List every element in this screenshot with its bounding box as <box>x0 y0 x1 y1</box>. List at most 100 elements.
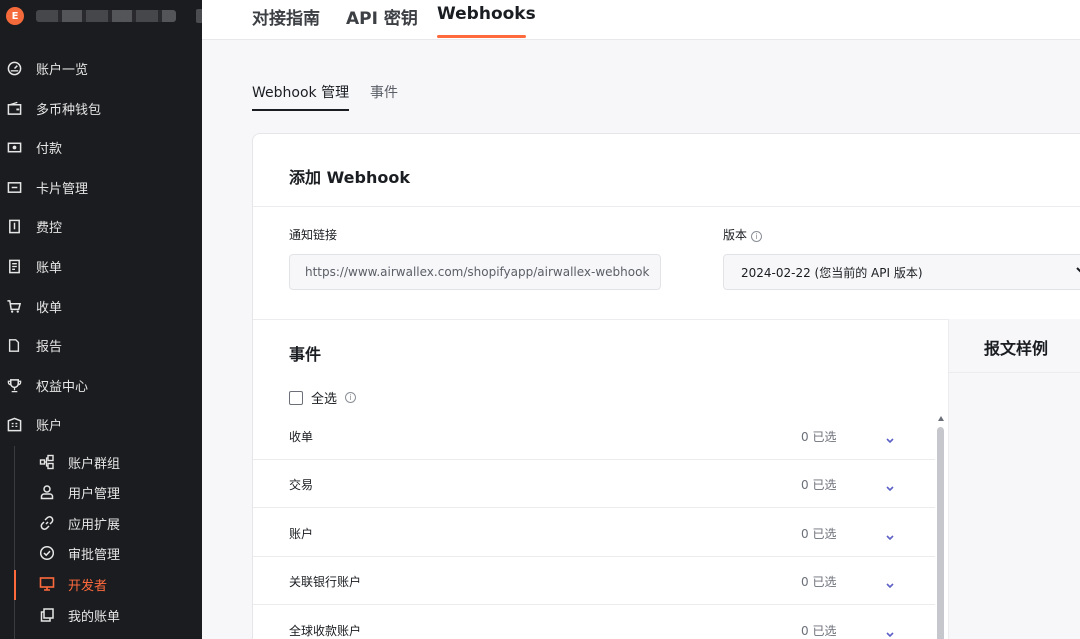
notification-url-input[interactable]: https://www.airwallex.com/shopifyapp/air… <box>289 254 661 290</box>
version-field-label: 版本 i <box>723 226 763 243</box>
event-selected-count: 0 已选 <box>801 478 837 492</box>
api-version-select[interactable]: 2024-02-22 (您当前的 API 版本) <box>723 254 1080 290</box>
sidebar-subitem-label: 应用扩展 <box>68 517 121 533</box>
sidebar-subitem-label: 开发者 <box>68 578 108 594</box>
user-icon <box>38 483 56 501</box>
sidebar-item-label: 多币种钱包 <box>36 102 102 118</box>
sidebar-item-bills[interactable]: 账单 <box>0 254 202 278</box>
sidebar-subitem-approvals[interactable]: 审批管理 <box>38 542 120 564</box>
sidebar-subitem-label: 账户群组 <box>68 456 121 472</box>
select-all[interactable]: 全选 i <box>289 388 357 407</box>
chevron-down-icon <box>1074 263 1080 280</box>
event-group-name: 收单 <box>289 430 314 444</box>
event-selected-count: 0 已选 <box>801 527 837 541</box>
sidebar-item-cards[interactable]: 卡片管理 <box>0 175 202 199</box>
sidebar-item-account[interactable]: 账户 <box>0 412 202 436</box>
sidebar: E 账户一览 多币种钱包 付款 卡片管理 费控 账单 收单 报告 权益中心 账户… <box>0 0 204 639</box>
scroll-up-arrow-icon[interactable] <box>938 416 944 421</box>
org-tree-icon <box>38 453 56 471</box>
building-icon <box>6 416 22 432</box>
payload-sample-title: 报文样例 <box>984 339 1049 358</box>
sidebar-item-label: 账单 <box>36 260 63 276</box>
tab-api-keys[interactable]: API 密钥 <box>346 4 418 29</box>
sidebar-item-label: 付款 <box>36 141 63 157</box>
tab-integration-guide[interactable]: 对接指南 <box>252 4 320 29</box>
wallet-icon <box>6 100 22 116</box>
sidebar-item-wallet[interactable]: 多币种钱包 <box>0 96 202 120</box>
event-group-name: 全球收款账户 <box>289 624 362 638</box>
event-row-account[interactable]: 账户 0 已选 <box>253 509 935 557</box>
sidebar-subitem-user-management[interactable]: 用户管理 <box>38 481 120 503</box>
sidebar-item-expense[interactable]: 费控 <box>0 214 202 238</box>
active-subtab-underline <box>252 109 349 111</box>
sidebar-item-label: 卡片管理 <box>36 181 89 197</box>
sidebar-subitem-account-groups[interactable]: 账户群组 <box>38 451 120 473</box>
version-label-text: 版本 <box>723 228 748 242</box>
url-field-label: 通知链接 <box>289 228 338 242</box>
sidebar-subitem-app-extensions[interactable]: 应用扩展 <box>38 512 120 534</box>
card-icon <box>6 179 22 195</box>
event-selected-count: 0 已选 <box>801 430 837 444</box>
select-all-label: 全选 <box>311 392 338 407</box>
subtab-webhook-management[interactable]: Webhook 管理 <box>252 82 349 102</box>
tab-webhooks[interactable]: Webhooks <box>437 4 536 24</box>
chevron-down-icon[interactable] <box>885 527 895 546</box>
monitor-icon <box>38 575 56 593</box>
chevron-down-icon[interactable] <box>885 478 895 497</box>
divider <box>949 372 1080 373</box>
trophy-icon <box>6 377 22 393</box>
sidebar-subitem-label: 审批管理 <box>68 547 121 563</box>
sidebar-subitem-my-bills[interactable]: 我的账单 <box>38 604 120 626</box>
submenu-active-indicator <box>14 570 16 600</box>
card-title: 添加 Webhook <box>289 168 410 187</box>
sidebar-item-payments[interactable]: 付款 <box>0 135 202 159</box>
brand-logo: E <box>6 7 24 25</box>
scrollbar-thumb[interactable] <box>937 427 944 639</box>
expense-icon <box>6 218 22 234</box>
brand[interactable]: E <box>6 6 204 26</box>
check-circle-icon <box>38 544 56 562</box>
event-row-transactions[interactable]: 交易 0 已选 <box>253 460 935 508</box>
sidebar-item-label: 费控 <box>36 220 63 236</box>
events-scrollbar[interactable] <box>936 416 946 639</box>
link-icon <box>38 514 56 532</box>
sidebar-item-label: 收单 <box>36 300 63 316</box>
report-icon <box>6 337 22 353</box>
event-group-name: 账户 <box>289 527 314 541</box>
sidebar-item-reports[interactable]: 报告 <box>0 333 202 357</box>
copy-icon <box>38 606 56 624</box>
info-icon[interactable]: i <box>345 392 357 403</box>
sidebar-item-label: 账户 <box>36 418 63 434</box>
sidebar-item-label: 账户一览 <box>36 62 89 78</box>
event-row-global-accounts[interactable]: 全球收款账户 0 已选 <box>253 606 935 639</box>
sidebar-item-label: 权益中心 <box>36 379 89 395</box>
sidebar-item-label: 报告 <box>36 339 63 355</box>
dashboard-gauge-icon <box>6 60 22 76</box>
sidebar-subitem-label: 我的账单 <box>68 609 121 625</box>
payment-icon <box>6 139 22 155</box>
subtab-events[interactable]: 事件 <box>370 82 398 102</box>
chevron-down-icon[interactable] <box>885 575 895 594</box>
select-all-checkbox[interactable] <box>289 390 303 405</box>
sidebar-item-benefits[interactable]: 权益中心 <box>0 373 202 397</box>
chevron-down-icon[interactable] <box>885 430 895 449</box>
add-webhook-card: 添加 Webhook 通知链接 https://www.airwallex.co… <box>252 133 1080 639</box>
event-row-linked-bank-accounts[interactable]: 关联银行账户 0 已选 <box>253 557 935 605</box>
bill-icon <box>6 258 22 274</box>
divider <box>253 206 1080 207</box>
account-name-blurred <box>36 10 176 22</box>
sidebar-subitem-developer[interactable]: 开发者 <box>38 573 107 595</box>
top-tab-bar: 对接指南 API 密钥 Webhooks <box>202 0 1080 40</box>
event-selected-count: 0 已选 <box>801 575 837 589</box>
events-section-title: 事件 <box>289 345 322 364</box>
cart-icon <box>6 298 22 314</box>
event-selected-count: 0 已选 <box>801 624 837 638</box>
info-icon[interactable]: i <box>751 231 763 242</box>
sidebar-item-acquiring[interactable]: 收单 <box>0 294 202 318</box>
event-group-name: 交易 <box>289 478 314 492</box>
chevron-down-icon[interactable] <box>885 624 895 639</box>
sidebar-subitem-label: 用户管理 <box>68 486 121 502</box>
sidebar-item-overview[interactable]: 账户一览 <box>0 56 202 80</box>
event-row-acquiring[interactable]: 收单 0 已选 <box>253 412 935 460</box>
api-version-value: 2024-02-22 (您当前的 API 版本) <box>741 265 923 280</box>
